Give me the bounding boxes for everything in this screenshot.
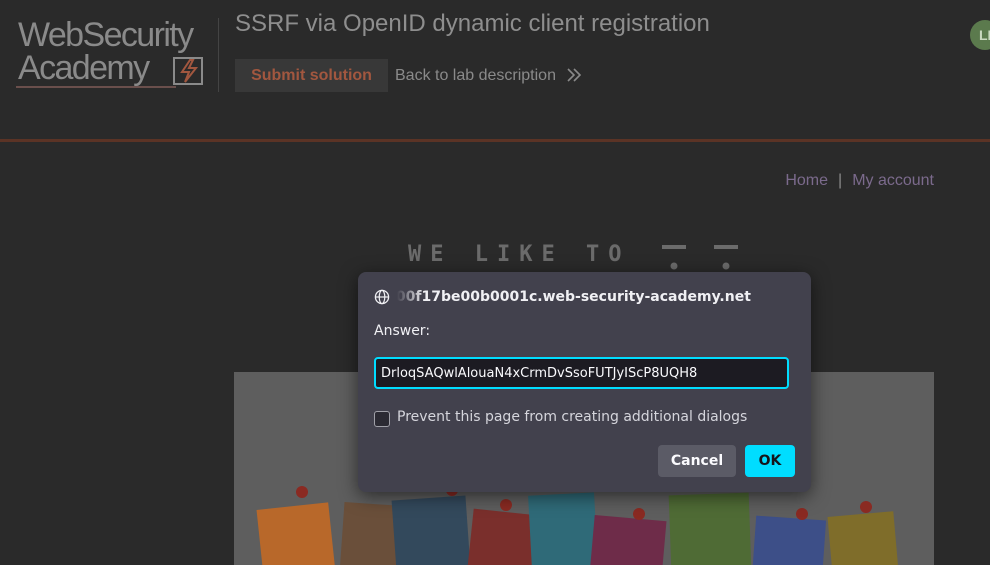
top-nav: Home | My account: [785, 172, 934, 190]
lab-title: SSRF via OpenID dynamic client registrat…: [235, 10, 710, 37]
banner-face-icon: [662, 245, 738, 270]
logo-line-1: WebSecurity: [18, 16, 194, 54]
my-account-link[interactable]: My account: [852, 172, 934, 189]
dialog-prompt-label: Answer:: [374, 323, 431, 339]
prompt-dialog: 0a5e008f038397800f17be00b0001c.web-secur…: [358, 272, 811, 492]
cancel-button[interactable]: Cancel: [658, 445, 736, 477]
logo-underline: [16, 86, 176, 88]
social-sticky-notes: [256, 484, 899, 565]
header-rule: [0, 139, 990, 142]
ok-button[interactable]: OK: [745, 445, 795, 477]
blog-banner-text: WE LIKE TO: [408, 242, 631, 267]
back-to-lab-description-link[interactable]: Back to lab description: [395, 59, 582, 92]
dialog-origin: 0a5e008f038397800f17be00b0001c.web-secur…: [396, 287, 798, 307]
logo-line-2: Academy: [18, 49, 150, 87]
nav-separator: |: [838, 172, 843, 189]
lab-header: WebSecurity Academy SSRF via OpenID dyna…: [0, 0, 990, 142]
user-avatar[interactable]: LL: [970, 20, 990, 50]
double-chevron-right-icon: [567, 68, 582, 82]
home-link[interactable]: Home: [785, 172, 828, 189]
answer-input[interactable]: [374, 357, 789, 389]
lightning-bolt-icon: [173, 57, 203, 85]
academy-logo[interactable]: WebSecurity Academy: [14, 16, 216, 92]
header-divider: [218, 18, 219, 92]
origin-fade: [394, 286, 424, 308]
submit-solution-button[interactable]: Submit solution: [235, 59, 388, 92]
prevent-dialogs-label[interactable]: Prevent this page from creating addition…: [397, 409, 747, 425]
back-link-label: Back to lab description: [395, 67, 556, 84]
origin-text: 0a5e008f038397800f17be00b0001c.web-secur…: [396, 289, 751, 305]
prevent-dialogs-checkbox[interactable]: [374, 411, 390, 427]
globe-icon: [374, 289, 390, 305]
